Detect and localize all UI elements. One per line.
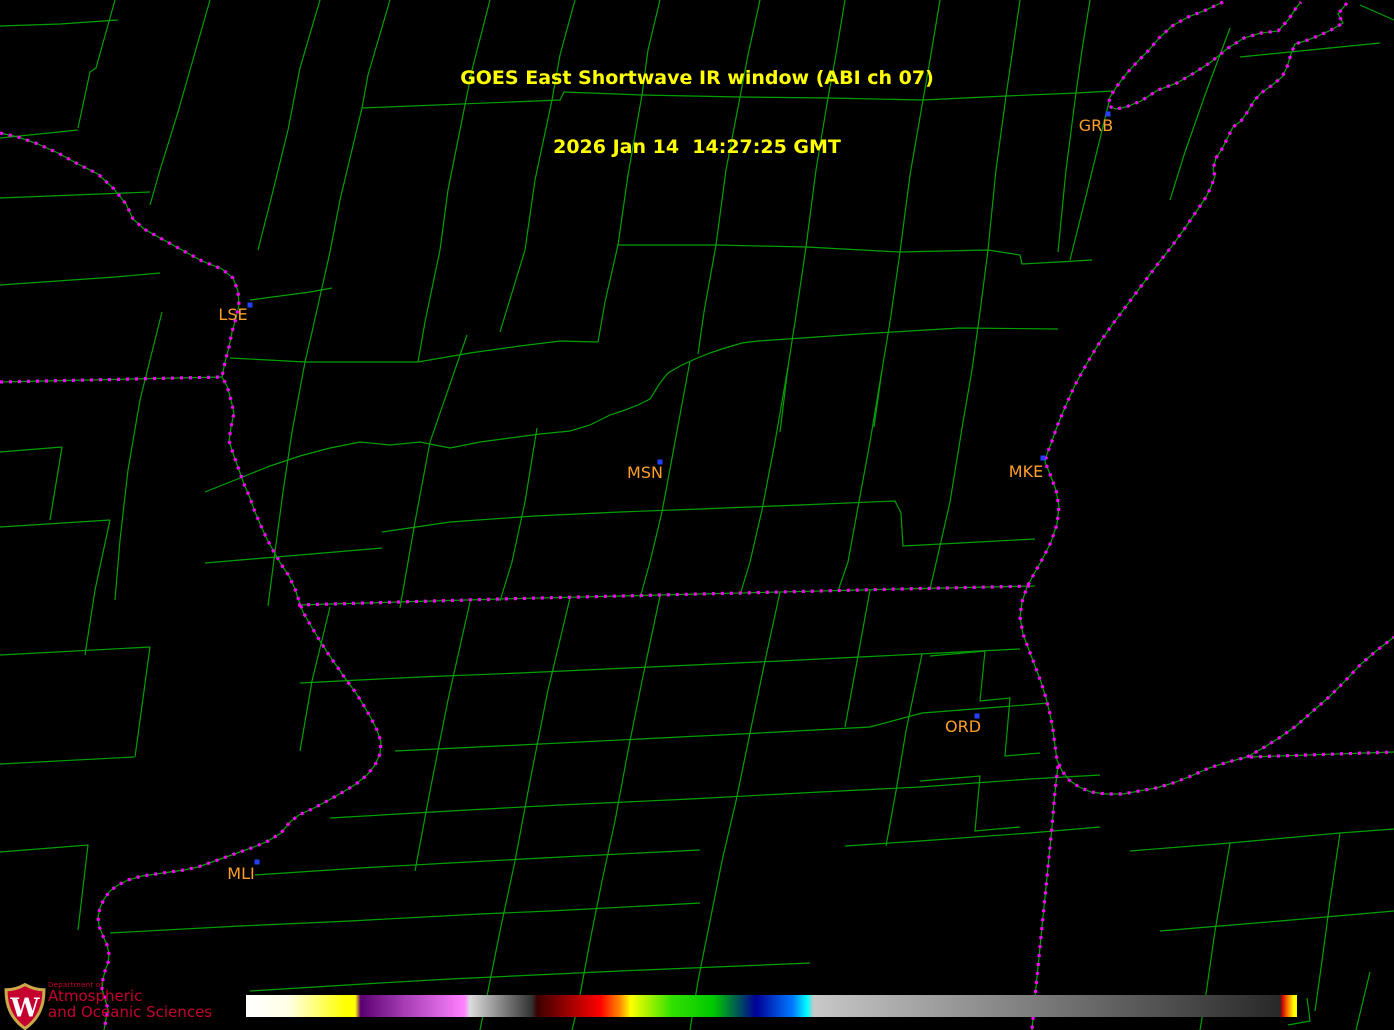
county-line [874, 252, 900, 427]
county-line [205, 548, 382, 563]
state-border-line [1247, 637, 1394, 757]
logo-text: Department of Atmospheric and Oceanic Sc… [48, 982, 212, 1021]
station-dot-MKE [1041, 456, 1046, 461]
station-label-LSE: LSE [218, 305, 247, 324]
county-line [1130, 829, 1394, 851]
county-line [50, 447, 62, 520]
county-line [0, 647, 150, 655]
temperature-colorbar [246, 995, 1297, 1017]
county-line [268, 362, 305, 606]
county-line [0, 757, 134, 764]
county-line [0, 447, 62, 452]
county-line [115, 312, 162, 600]
county-line [415, 602, 470, 871]
title-line-1: GOES East Shortwave IR window (ABI ch 07… [0, 67, 1394, 90]
county-line [418, 250, 440, 362]
logo-name-line2: and Oceanic Sciences [48, 1005, 212, 1021]
county-line [305, 252, 330, 362]
county-line [963, 250, 988, 422]
title-line-2: 2026 Jan 14 14:27:25 GMT [0, 136, 1394, 159]
county-line [230, 341, 598, 362]
county-line [886, 654, 922, 846]
county-line [930, 651, 1040, 756]
station-label-ORD: ORD [945, 717, 981, 736]
uw-aos-logo: W Department of Atmospheric and Oceanic … [2, 982, 212, 1030]
county-line [572, 596, 660, 1030]
station-label-MSN: MSN [627, 463, 663, 482]
state-shoreline-underlay [0, 377, 222, 382]
county-line [920, 776, 1020, 831]
county-line [135, 647, 150, 757]
county-line [598, 245, 618, 342]
county-line [400, 335, 467, 608]
county-line [110, 903, 700, 933]
svg-text:W: W [10, 993, 41, 1023]
county-line [0, 845, 88, 930]
county-line [300, 607, 330, 751]
state-shoreline-underlay [0, 133, 381, 1030]
county-line [0, 520, 110, 527]
county-line [205, 341, 758, 492]
county-line [1160, 911, 1394, 931]
station-dot-MLI [255, 860, 260, 865]
county-line [740, 367, 788, 595]
county-line [300, 649, 1020, 683]
county-line [1360, 5, 1394, 20]
county-line [382, 501, 1035, 546]
satellite-map-image: GRBLSEMSNMKEORDMLI GOES East Shortwave I… [0, 0, 1394, 1030]
county-line [845, 590, 870, 727]
station-label-MKE: MKE [1009, 462, 1043, 481]
county-line [698, 245, 716, 354]
county-line [255, 850, 700, 875]
county-line [85, 520, 110, 655]
county-line [618, 245, 1092, 264]
image-title: GOES East Shortwave IR window (ABI ch 07… [0, 21, 1394, 205]
county-line [250, 963, 810, 991]
county-line [1356, 972, 1370, 1030]
station-label-MLI: MLI [227, 864, 254, 883]
county-line [838, 370, 882, 591]
county-line [1315, 833, 1340, 1011]
county-line [758, 328, 1058, 341]
county-line [845, 827, 1100, 846]
state-border-line [0, 133, 381, 1030]
county-line [330, 775, 1100, 818]
station-dot-LSE [248, 303, 253, 308]
county-line [930, 422, 963, 589]
county-line [0, 273, 160, 285]
uw-crest-icon: W [2, 983, 48, 1030]
county-line [480, 598, 570, 1030]
county-line [500, 428, 537, 601]
